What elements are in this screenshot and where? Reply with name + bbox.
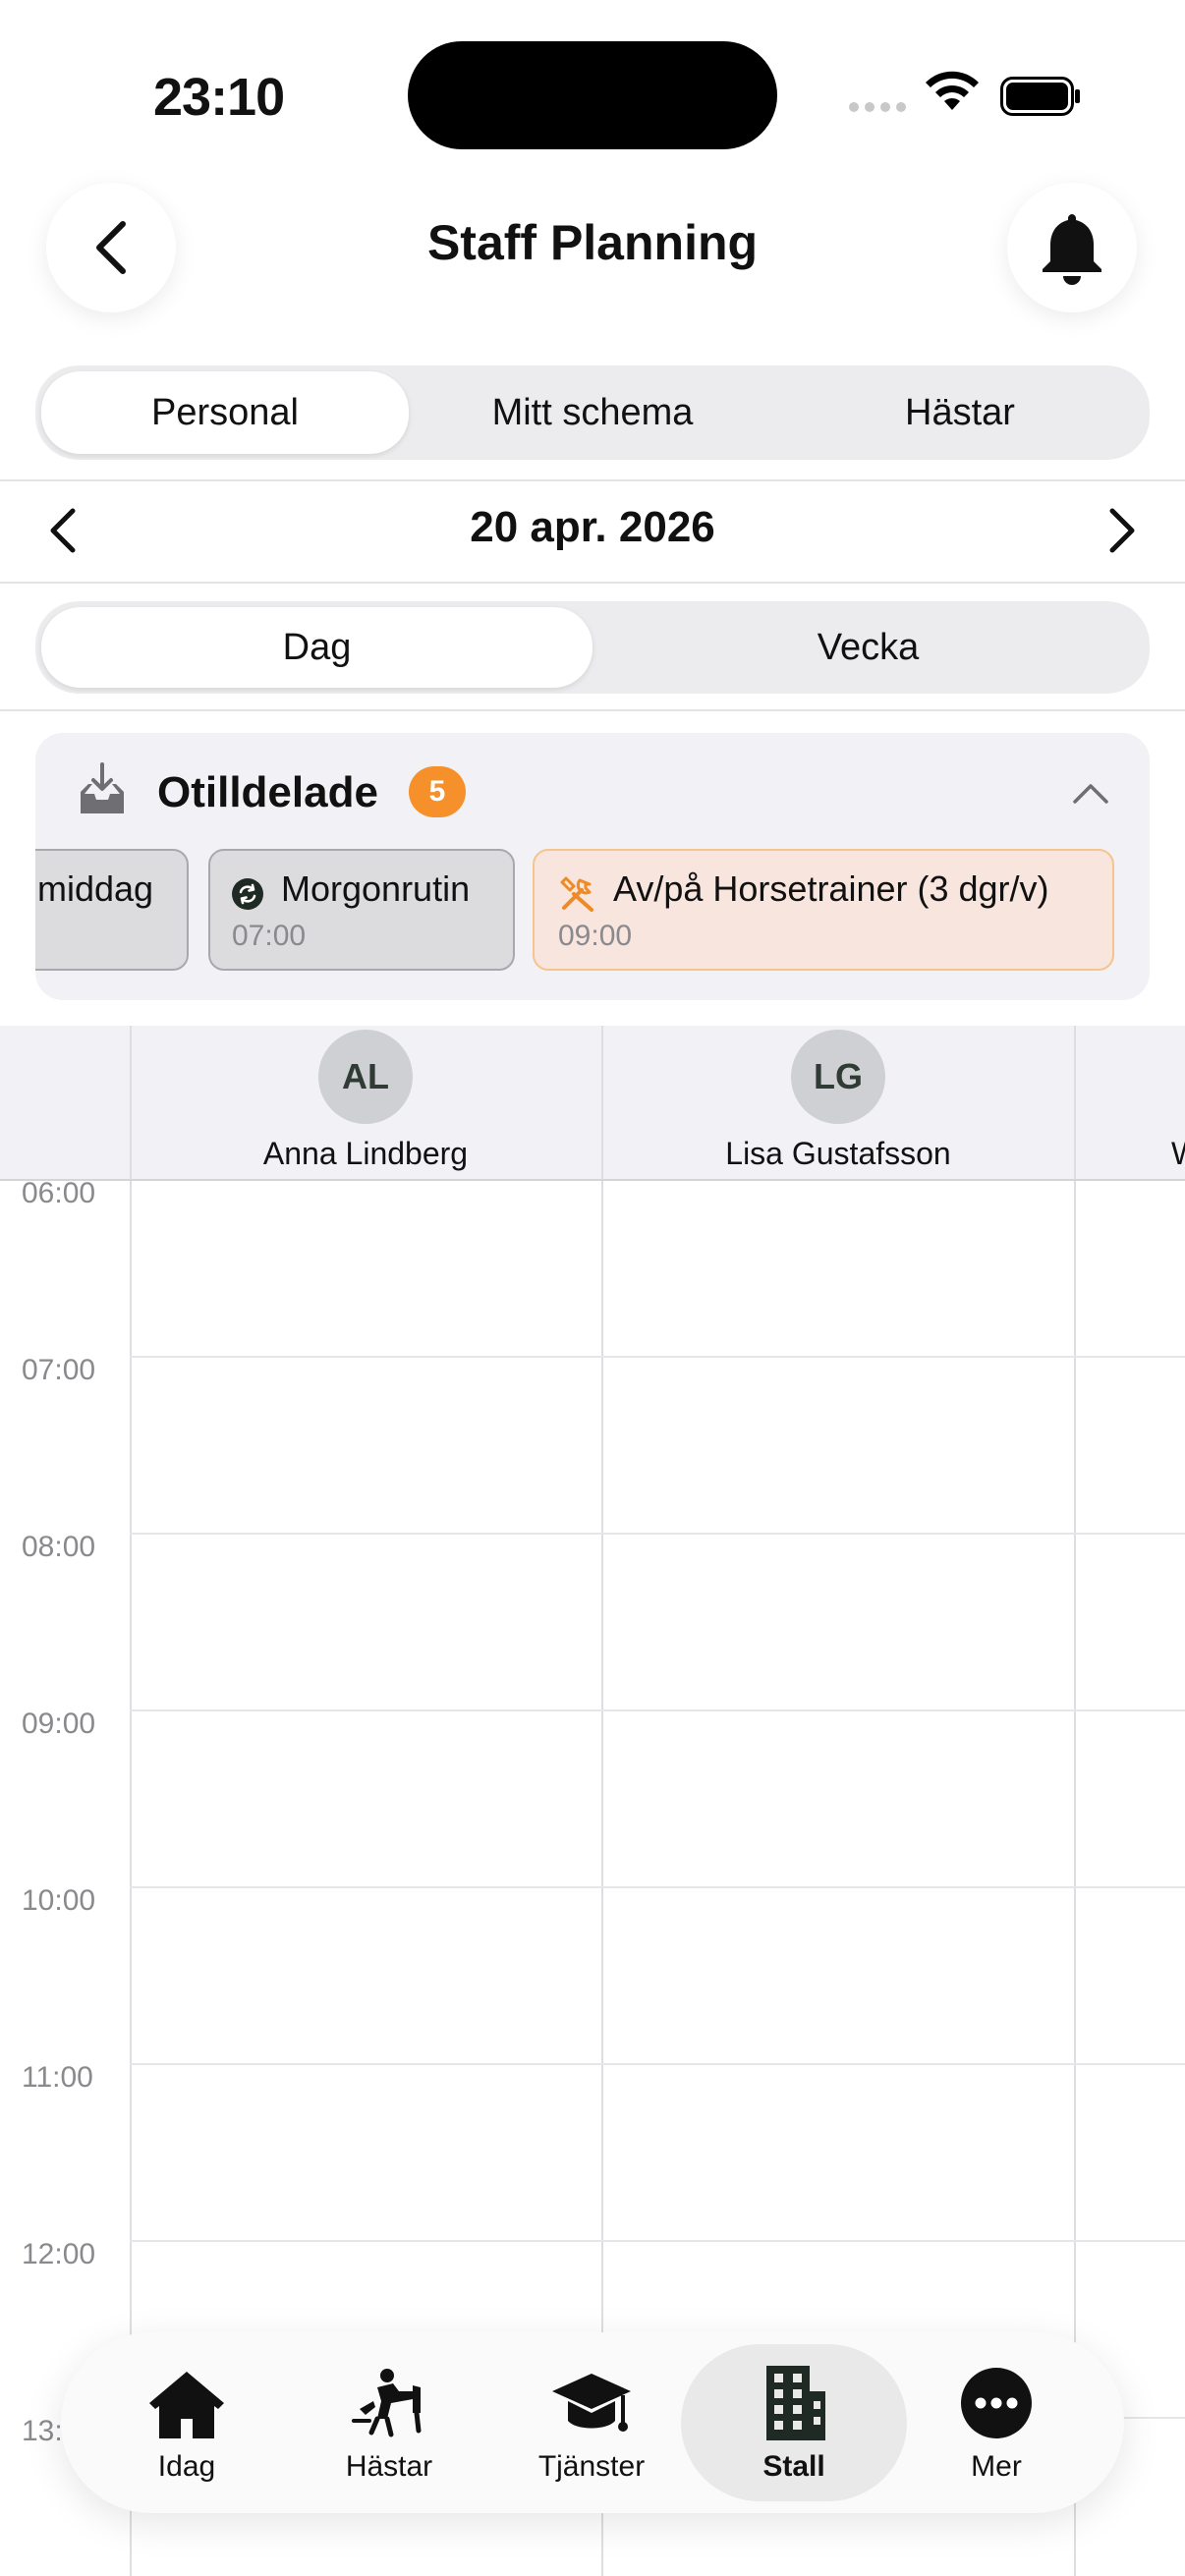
card-title: Morgonrutin [281,868,471,909]
nav-hastar[interactable]: Hästar [291,2332,487,2513]
more-icon [961,2368,1032,2438]
notifications-button[interactable] [1007,183,1137,312]
horse-icon [352,2369,422,2437]
divider [0,479,1185,481]
top-tabs: Personal Mitt schema Hästar [35,365,1150,460]
unassigned-title: Otilldelade [157,768,378,816]
bottom-nav: Idag Hästar Tjänster Stall Mer [61,2332,1124,2513]
tab-personal[interactable]: Personal [41,371,409,454]
divider [0,709,1185,711]
card-time: 09:00 [558,920,633,952]
hour-label: 11:00 [22,2061,93,2094]
repeat-icon [232,878,263,910]
hour-label: 08:00 [22,1531,96,1563]
nav-stall[interactable]: Stall [681,2344,907,2501]
hour-line [130,1533,1185,1535]
view-tabs: Dag Vecka [35,601,1150,694]
nav-label: Tjänster [537,2450,646,2483]
unassigned-card[interactable]: Av/på Horsetrainer (3 dgr/v) 09:00 [533,849,1114,971]
avatar[interactable]: LG [791,1030,885,1124]
battery-icon [1000,77,1080,116]
unassigned-card[interactable]: middag [35,849,189,971]
hour-line [130,1709,1185,1711]
hour-label: 10:00 [22,1884,96,1917]
card-title: middag [37,868,154,909]
nav-idag[interactable]: Idag [88,2332,285,2513]
tab-hastar[interactable]: Hästar [776,371,1144,454]
card-title: Av/på Horsetrainer (3 dgr/v) [613,868,1049,909]
tab-vecka[interactable]: Vecka [592,607,1144,688]
hour-line [130,2240,1185,2242]
hour-label: 09:00 [22,1708,96,1740]
inbox-download-icon [81,762,124,813]
tab-dag[interactable]: Dag [41,607,592,688]
signal-icon [849,102,906,112]
staff-name: W [1075,1136,1185,1172]
tools-icon [560,876,593,912]
building-icon [766,2366,825,2440]
staff-name: Lisa Gustafsson [725,1136,951,1171]
nav-label: Stall [762,2450,825,2483]
status-time: 23:10 [153,68,285,127]
hour-line [130,1886,1185,1888]
home-icon [149,2372,224,2438]
hour-label: 07:00 [22,1354,96,1386]
hour-label: 12:00 [22,2238,96,2270]
card-time: 07:00 [232,920,307,952]
tab-mitt-schema[interactable]: Mitt schema [409,371,776,454]
graduation-cap-icon [552,2374,631,2432]
hour-label: 06:00 [22,1177,96,1209]
nav-mer[interactable]: Mer [898,2332,1095,2513]
unassigned-count-badge: 5 [409,766,466,817]
staff-name: Anna Lindberg [262,1136,469,1171]
nav-label: Hästar [345,2450,433,2483]
next-date-button[interactable] [1095,503,1150,558]
unassigned-panel: Otilldelade 5 middag Morgonrutin 07:00 A… [35,733,1150,1000]
wifi-icon [926,71,979,110]
hour-line [130,1356,1185,1358]
nav-label: Mer [971,2450,1022,2483]
divider [0,582,1185,584]
bell-icon [1043,214,1101,285]
nav-label: Idag [157,2450,216,2483]
dynamic-island [408,41,777,149]
hour-line [130,2063,1185,2065]
collapse-button[interactable] [1071,778,1110,808]
nav-tjanster[interactable]: Tjänster [493,2332,690,2513]
schedule-header-border [0,1179,1185,1181]
avatar[interactable]: AL [318,1030,413,1124]
current-date: 20 apr. 2026 [470,503,715,551]
unassigned-card[interactable]: Morgonrutin 07:00 [208,849,515,971]
